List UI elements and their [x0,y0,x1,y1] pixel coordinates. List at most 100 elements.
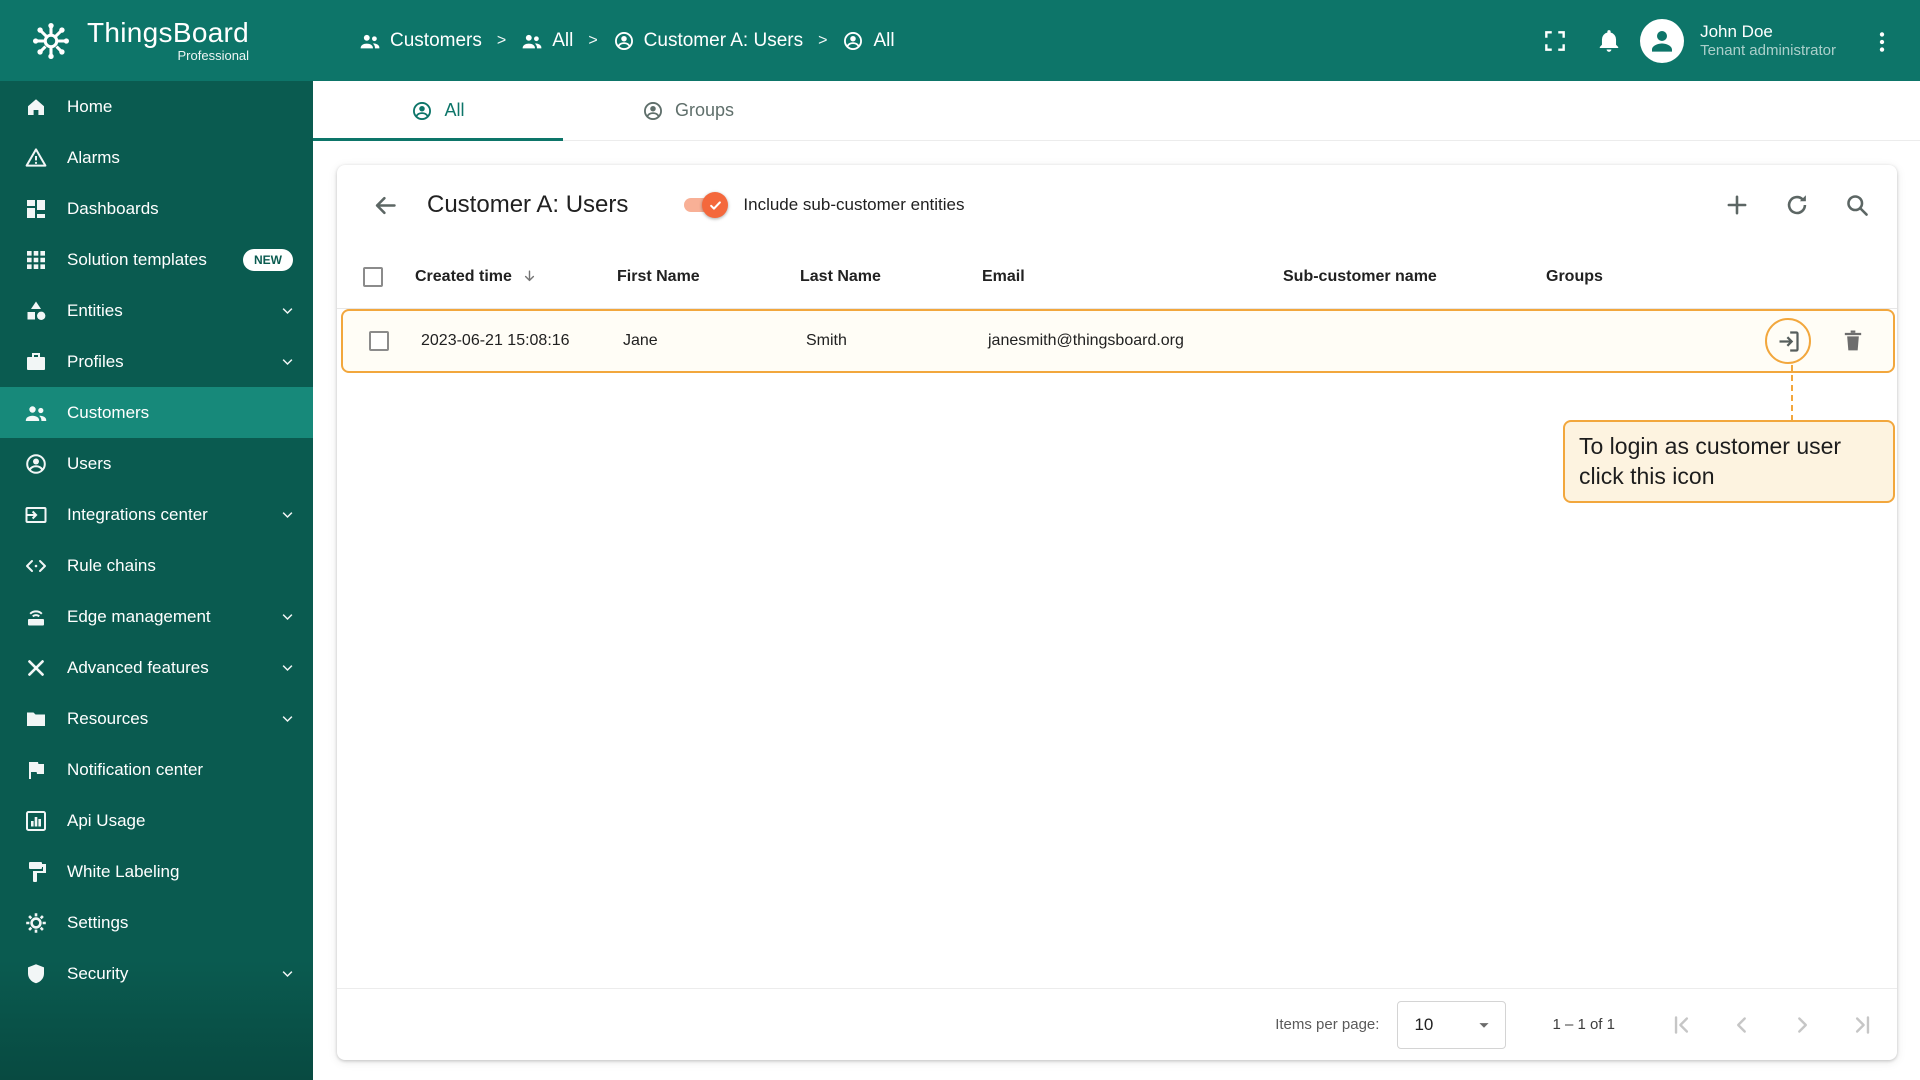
toggle-switch[interactable] [682,192,729,218]
column-header-groups[interactable]: Groups [1546,268,1717,286]
delete-user-button[interactable] [1839,327,1867,355]
column-header-first-name[interactable]: First Name [617,268,800,286]
thingsboard-logo-icon [28,18,74,64]
breadcrumb-item-customers[interactable]: Customers [359,30,482,52]
customers-icon [24,401,48,425]
sidebar-item-solution-templates[interactable]: Solution templates NEW [0,234,313,285]
last-page-button[interactable] [1849,1012,1875,1038]
tab-groups[interactable]: Groups [563,81,813,140]
fullscreen-button[interactable] [1532,18,1578,64]
column-header-email[interactable]: Email [982,268,1283,286]
profiles-icon [24,350,48,374]
back-button[interactable] [365,185,405,225]
breadcrumb-item-customer-a-users[interactable]: Customer A: Users [613,30,803,52]
login-as-user-button[interactable] [1765,318,1811,364]
sidebar-item-users[interactable]: Users [0,438,313,489]
toolbar-actions [1723,191,1871,219]
arrow-back-icon [372,192,399,219]
tab-all[interactable]: All [313,81,563,141]
gear-icon [24,911,48,935]
sidebar-item-integrations-center[interactable]: Integrations center [0,489,313,540]
first-page-button[interactable] [1669,1012,1695,1038]
sidebar-item-dashboards[interactable]: Dashboards [0,183,313,234]
sidebar-item-notification-center[interactable]: Notification center [0,744,313,795]
breadcrumb-label: Customers [390,29,482,51]
fullscreen-icon [1542,28,1568,54]
more-menu-button[interactable] [1858,18,1904,64]
sidebar-item-home[interactable]: Home [0,81,313,132]
breadcrumb-item-all-users[interactable]: All [842,30,895,52]
advanced-features-icon [24,656,48,680]
include-sub-customer-toggle[interactable]: Include sub-customer entities [682,192,965,218]
sidebar-item-label: Profiles [67,351,124,371]
sidebar-item-rule-chains[interactable]: Rule chains [0,540,313,591]
sidebar-item-settings[interactable]: Settings [0,897,313,948]
page-size-select[interactable]: 10 [1397,1000,1507,1049]
sidebar-item-label: Rule chains [67,555,156,575]
callout-connector [1791,365,1793,421]
cell-first-name: Jane [623,332,658,349]
notifications-button[interactable] [1586,18,1632,64]
add-user-button[interactable] [1723,191,1751,219]
sidebar-item-api-usage[interactable]: Api Usage [0,795,313,846]
sidebar-item-entities[interactable]: Entities [0,285,313,336]
brand-logo[interactable]: ThingsBoard Professional [0,18,313,64]
kebab-menu-icon [1869,29,1893,53]
breadcrumb: Customers > All > Customer A: Users > Al… [359,30,895,52]
paint-icon [24,860,48,884]
table-row[interactable]: 2023-06-21 15:08:16 Jane Smith janesmith… [341,309,1895,373]
pager-buttons [1669,1012,1875,1038]
sidebar-item-customers[interactable]: Customers [0,387,313,438]
tab-label: Groups [674,100,735,120]
select-all-checkbox[interactable] [363,266,383,287]
entities-icon [24,299,48,323]
refresh-button[interactable] [1783,191,1811,219]
brand-subtitle: Professional [177,47,250,63]
cell-last-name: Smith [806,332,847,349]
dashboards-icon [24,197,48,221]
cell-created-time: 2023-06-21 15:08:16 [421,332,570,349]
new-badge: NEW [243,248,293,271]
login-icon [1779,330,1799,352]
avatar[interactable] [1640,18,1685,63]
sidebar-item-label: Resources [67,708,149,728]
previous-page-button[interactable] [1729,1012,1755,1038]
sidebar-item-label: Api Usage [67,810,146,830]
sidebar-item-alarms[interactable]: Alarms [0,132,313,183]
top-bar: ThingsBoard Professional Customers > All… [0,0,1920,81]
app-root: ThingsBoard Professional Customers > All… [0,0,1920,1080]
trash-icon [1844,330,1862,351]
breadcrumb-item-all-customers[interactable]: All [521,30,573,52]
column-header-sub-customer[interactable]: Sub-customer name [1283,268,1546,286]
flag-icon [24,758,48,782]
chevron-down-icon [280,303,295,318]
sidebar-item-resources[interactable]: Resources [0,693,313,744]
sidebar-item-white-labeling[interactable]: White Labeling [0,846,313,897]
user-role: Tenant administrator [1700,41,1836,59]
page-title: Customer A: Users [427,191,629,218]
user-icon [24,452,48,476]
home-icon [24,95,48,119]
next-page-button[interactable] [1789,1012,1815,1038]
breadcrumb-label: All [552,29,574,51]
sidebar-item-edge-management[interactable]: Edge management [0,591,313,642]
breadcrumb-label: Customer A: Users [643,29,804,51]
sidebar-item-security[interactable]: Security [0,948,313,999]
sidebar-item-label: Advanced features [67,657,209,677]
sidebar: Home Alarms Dashboards Solution template… [0,81,313,1080]
sidebar-item-advanced-features[interactable]: Advanced features [0,642,313,693]
callout-line-2: click this icon [1579,463,1715,490]
row-actions [1713,318,1893,364]
callout-line-1: To login as customer user [1579,433,1842,459]
row-checkbox[interactable] [369,331,389,351]
user-icon [411,100,433,122]
chevron-down-icon [280,507,295,522]
search-button[interactable] [1843,191,1871,219]
sidebar-item-profiles[interactable]: Profiles [0,336,313,387]
column-header-last-name[interactable]: Last Name [800,268,982,286]
chevron-down-icon [280,966,295,981]
column-header-created-time[interactable]: Created time [415,268,512,286]
breadcrumb-separator: > [496,31,507,49]
sort-desc-icon[interactable] [521,268,538,285]
chevron-down-icon [280,711,295,726]
